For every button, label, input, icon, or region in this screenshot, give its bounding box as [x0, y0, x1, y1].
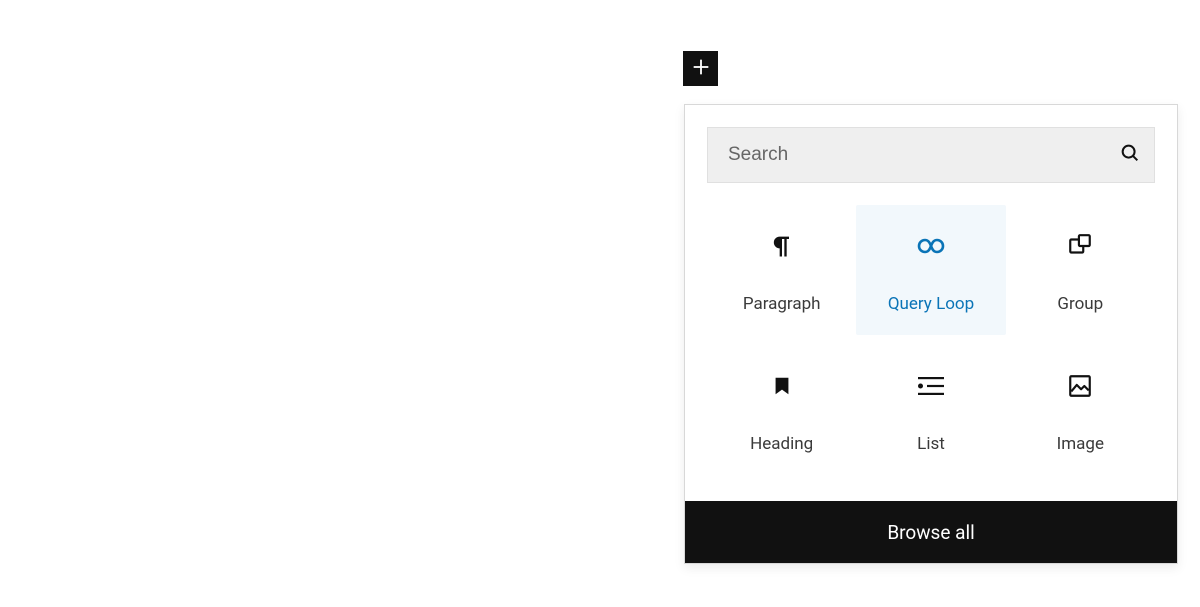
block-item-query-loop[interactable]: Query Loop: [856, 205, 1005, 335]
search-icon: [1119, 142, 1141, 168]
browse-all-label: Browse all: [887, 521, 974, 544]
block-label: Group: [1057, 294, 1103, 314]
search-wrapper: [685, 105, 1177, 205]
block-item-image[interactable]: Image: [1006, 345, 1155, 475]
block-item-list[interactable]: List: [856, 345, 1005, 475]
block-item-paragraph[interactable]: Paragraph: [707, 205, 856, 335]
search-box: [707, 127, 1155, 183]
block-grid: Paragraph Query Loop: [685, 205, 1177, 501]
plus-icon: [690, 56, 712, 82]
block-inserter-panel: Paragraph Query Loop: [684, 104, 1178, 564]
image-icon: [1067, 373, 1093, 403]
block-item-group[interactable]: Group: [1006, 205, 1155, 335]
block-label: Query Loop: [888, 294, 974, 314]
loop-icon: [916, 236, 946, 260]
add-block-button[interactable]: [683, 51, 718, 86]
block-label: Paragraph: [743, 294, 821, 314]
block-label: Heading: [750, 434, 813, 454]
browse-all-button[interactable]: Browse all: [685, 501, 1177, 563]
pilcrow-icon: [768, 232, 796, 264]
search-input[interactable]: [708, 144, 1106, 166]
bookmark-icon: [771, 375, 793, 401]
block-label: Image: [1057, 434, 1104, 454]
list-icon: [918, 375, 944, 401]
block-label: List: [917, 434, 945, 454]
search-button[interactable]: [1106, 128, 1154, 182]
block-item-heading[interactable]: Heading: [707, 345, 856, 475]
group-icon: [1067, 233, 1093, 263]
